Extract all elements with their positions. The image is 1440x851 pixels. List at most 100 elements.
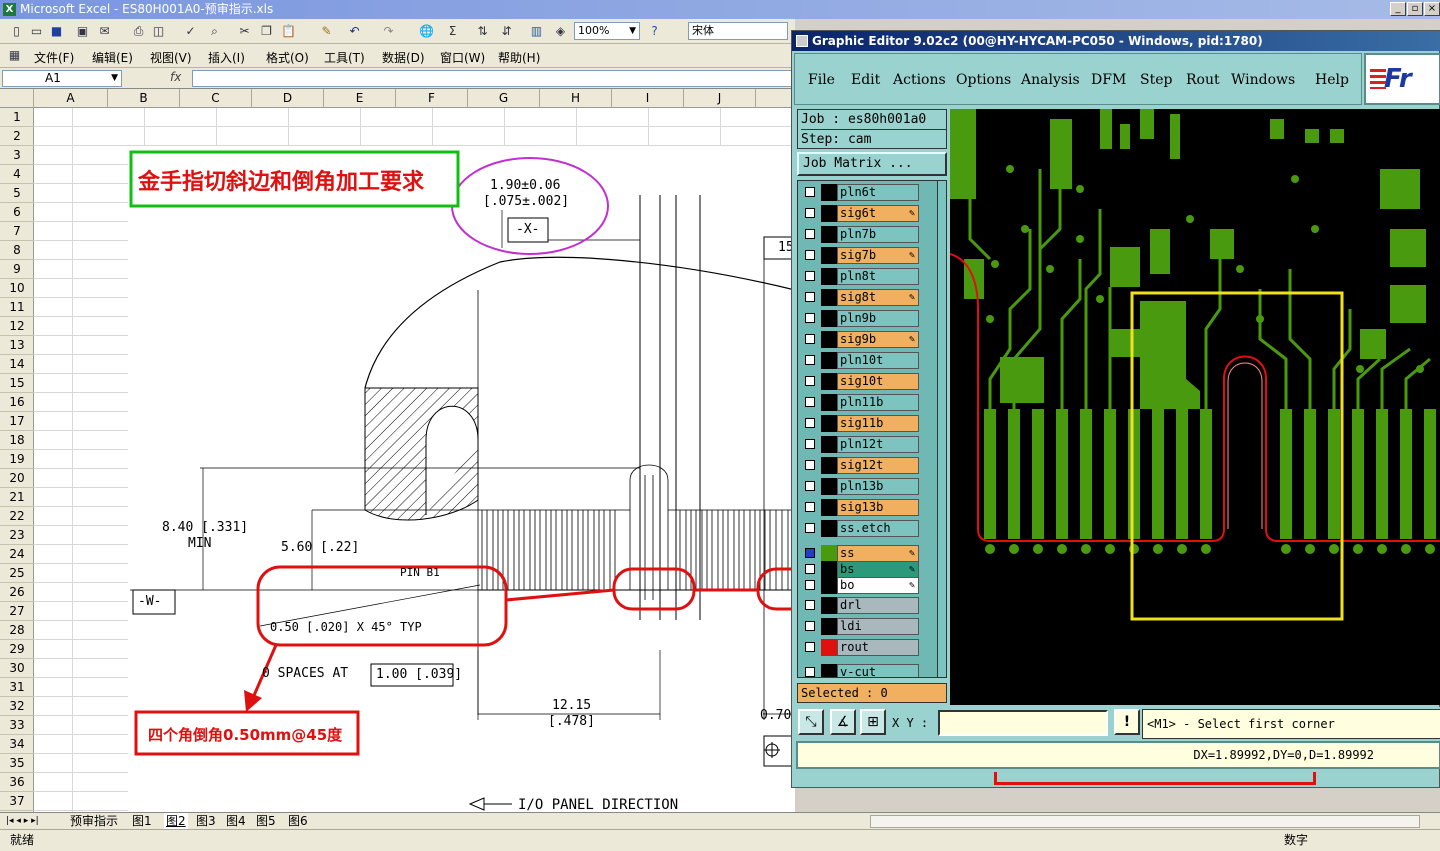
menu-file[interactable]: File [808, 72, 835, 88]
layer-checkbox[interactable] [805, 580, 815, 590]
menu-format[interactable]: 格式(O) [266, 49, 309, 66]
paste-icon[interactable]: 📋 [280, 23, 297, 40]
font-select[interactable]: 宋体 [688, 22, 788, 40]
drawing-icon[interactable]: ◈ [552, 23, 569, 40]
row-header[interactable]: 12 [0, 317, 34, 336]
column-header[interactable]: E [324, 89, 396, 108]
layer-row[interactable]: bo ✎ [801, 577, 919, 594]
window-menu-icon[interactable] [796, 35, 808, 47]
close-button[interactable]: × [1424, 2, 1440, 16]
grid-icon[interactable]: ⊞ [860, 709, 886, 735]
layer-checkbox[interactable] [805, 292, 815, 302]
row-header[interactable]: 20 [0, 469, 34, 488]
row-header[interactable]: 7 [0, 222, 34, 241]
chart-wizard-icon[interactable]: ▥ [528, 23, 545, 40]
open-icon[interactable]: ▭ [28, 23, 45, 40]
layer-row[interactable]: v-cut [801, 664, 919, 677]
sheet-tab[interactable]: 图3 [196, 813, 216, 829]
zoom-fit-icon[interactable]: ⤡ [798, 709, 824, 735]
layer-row[interactable]: pln9b [801, 310, 919, 327]
spelling-icon[interactable]: ✓ [182, 23, 199, 40]
row-header[interactable]: 6 [0, 203, 34, 222]
column-header[interactable]: D [252, 89, 324, 108]
sheet-tab[interactable]: 图6 [288, 813, 308, 829]
row-header[interactable]: 4 [0, 165, 34, 184]
layer-checkbox[interactable] [805, 600, 815, 610]
job-matrix-button[interactable]: Job Matrix ... [797, 152, 947, 176]
column-header[interactable]: H [540, 89, 612, 108]
pcb-graphic-canvas[interactable] [950, 109, 1440, 705]
layer-checkbox[interactable] [805, 548, 815, 558]
sheet-tab[interactable]: 图4 [226, 813, 246, 829]
row-header[interactable]: 10 [0, 279, 34, 298]
save-icon[interactable]: ■ [48, 23, 65, 40]
menu-dfm[interactable]: DFM [1091, 72, 1126, 88]
layer-checkbox[interactable] [805, 460, 815, 470]
row-header[interactable]: 30 [0, 659, 34, 678]
name-box[interactable]: A1 ▼ [2, 70, 122, 87]
layer-checkbox[interactable] [805, 621, 815, 631]
menu-edit[interactable]: Edit [851, 72, 880, 88]
menu-help[interactable]: 帮助(H) [498, 49, 540, 66]
layer-checkbox[interactable] [805, 502, 815, 512]
layer-checkbox[interactable] [805, 313, 815, 323]
menu-options[interactable]: Options [956, 72, 1011, 88]
row-header[interactable]: 17 [0, 412, 34, 431]
row-header[interactable]: 2 [0, 127, 34, 146]
row-header[interactable]: 15 [0, 374, 34, 393]
zoom-select[interactable]: 100% ▼ [574, 22, 640, 40]
insert-function-icon[interactable]: fx [170, 70, 181, 84]
redo-icon[interactable]: ↷ [380, 23, 397, 40]
row-header[interactable]: 14 [0, 355, 34, 374]
column-header[interactable]: A [34, 89, 108, 108]
format-painter-icon[interactable]: ✎ [318, 23, 335, 40]
help-icon[interactable]: ? [646, 23, 663, 40]
menu-tools[interactable]: 工具(T) [324, 49, 365, 66]
menu-step[interactable]: Step [1140, 72, 1172, 88]
layer-row[interactable]: pln12t [801, 436, 919, 453]
email-icon[interactable]: ✉ [96, 23, 113, 40]
menu-help[interactable]: Help [1315, 72, 1349, 88]
select-all-corner[interactable] [0, 89, 34, 108]
cut-icon[interactable]: ✂ [236, 23, 253, 40]
sort-ascending-icon[interactable]: ⇅ [474, 23, 491, 40]
column-header[interactable]: I [612, 89, 684, 108]
layer-checkbox[interactable] [805, 397, 815, 407]
row-header[interactable]: 5 [0, 184, 34, 203]
row-header[interactable]: 1 [0, 108, 34, 127]
layer-checkbox[interactable] [805, 355, 815, 365]
menu-analysis[interactable]: Analysis [1021, 72, 1080, 88]
layer-row[interactable]: pln7b [801, 226, 919, 243]
layer-checkbox[interactable] [805, 250, 815, 260]
print-icon[interactable]: ⎙ [130, 23, 147, 40]
layer-row[interactable]: sig11b [801, 415, 919, 432]
row-header[interactable]: 36 [0, 773, 34, 792]
layer-checkbox[interactable] [805, 642, 815, 652]
row-header[interactable]: 13 [0, 336, 34, 355]
layer-checkbox[interactable] [805, 523, 815, 533]
layer-checkbox[interactable] [805, 564, 815, 574]
autosum-icon[interactable]: Σ [444, 23, 461, 40]
menu-file[interactable]: 文件(F) [34, 49, 74, 66]
column-header[interactable]: J [684, 89, 756, 108]
menu-window[interactable]: 窗口(W) [440, 49, 485, 66]
row-header[interactable]: 32 [0, 697, 34, 716]
layer-row[interactable]: sig8t ✎ [801, 289, 919, 306]
row-header[interactable]: 29 [0, 640, 34, 659]
layer-row[interactable]: ss ✎ [801, 545, 919, 562]
layer-checkbox[interactable] [805, 418, 815, 428]
sheet-tab[interactable]: 图1 [132, 813, 152, 829]
column-header[interactable]: F [396, 89, 468, 108]
layer-row[interactable]: pln13b [801, 478, 919, 495]
layer-row[interactable]: ss.etch [801, 520, 919, 537]
row-header[interactable]: 21 [0, 488, 34, 507]
layer-checkbox[interactable] [805, 667, 815, 677]
menu-rout[interactable]: Rout [1186, 72, 1220, 88]
permission-icon[interactable]: ▣ [74, 23, 91, 40]
formula-input[interactable] [192, 70, 795, 87]
workbook-icon[interactable]: ▦ [6, 47, 23, 64]
new-icon[interactable]: ▯ [8, 23, 25, 40]
layer-checkbox[interactable] [805, 271, 815, 281]
menu-view[interactable]: 视图(V) [150, 49, 192, 66]
sheet-tab[interactable]: 图5 [256, 813, 276, 829]
